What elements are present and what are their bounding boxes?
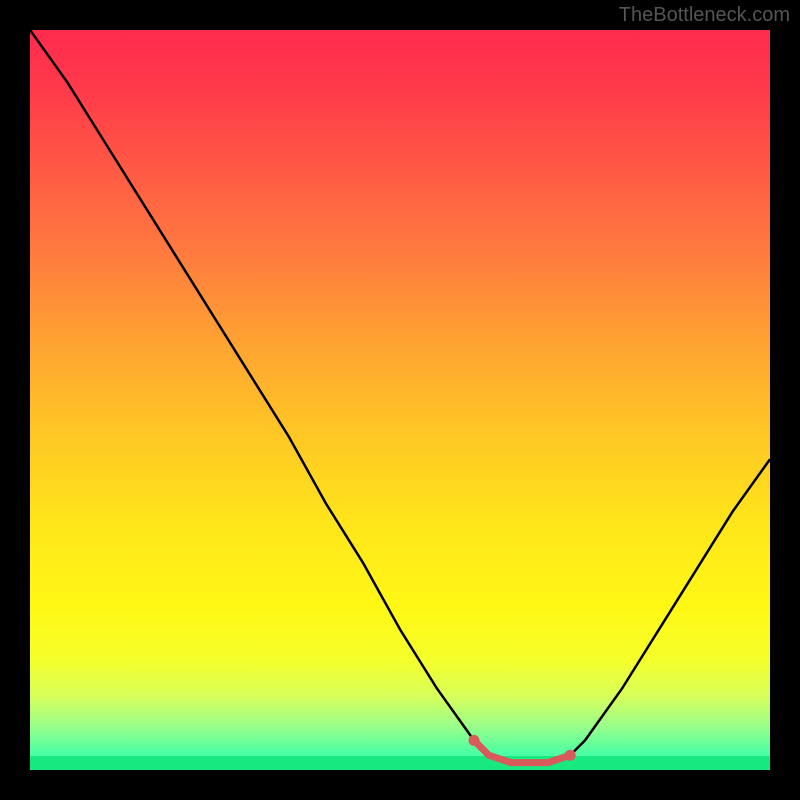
highlight-endpoint-dot [469,735,480,746]
watermark-text: TheBottleneck.com [619,4,790,27]
optimal-range-highlight [474,740,570,762]
chart-curve-svg [30,30,770,770]
bottleneck-curve-line [30,30,770,763]
chart-plot-area [30,30,770,770]
highlight-endpoint-dot [565,750,576,761]
